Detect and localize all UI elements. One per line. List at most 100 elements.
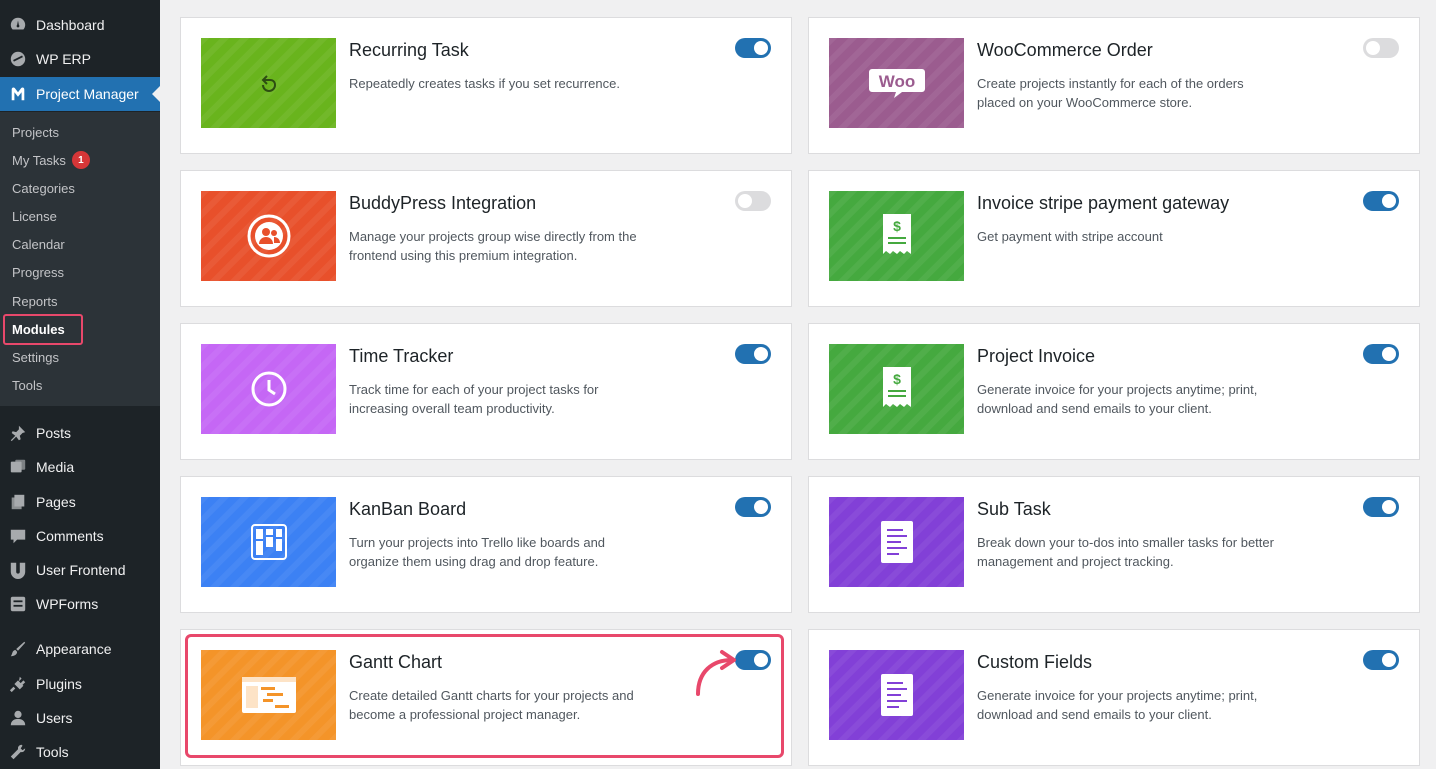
submenu-license[interactable]: License: [12, 205, 57, 227]
submenu-license-label: License: [12, 208, 57, 224]
module-title: WooCommerce Order: [977, 40, 1153, 60]
module-card-invoice-stripe: $ Invoice stripe payment gateway Get pay…: [808, 170, 1420, 307]
list-icon: [880, 521, 913, 563]
menu-pages-label: Pages: [36, 494, 76, 510]
module-card-custom-fields: Custom Fields Generate invoice for your …: [808, 629, 1420, 766]
menu-tools[interactable]: Tools: [0, 735, 160, 769]
project-manager-icon: [8, 84, 28, 104]
module-title: Invoice stripe payment gateway: [977, 193, 1230, 213]
module-thumbnail: [829, 650, 964, 740]
submenu-projects-label: Projects: [12, 124, 59, 140]
recurring-icon: [261, 75, 276, 92]
plugin-icon: [8, 674, 28, 694]
module-card-project-invoice: $ Project Invoice Generate invoice for y…: [808, 323, 1420, 460]
menu-users[interactable]: Users: [0, 701, 160, 735]
module-description: Manage your projects group wise directly…: [349, 229, 637, 263]
menu-comments[interactable]: Comments: [0, 519, 160, 553]
menu-user-frontend-label: User Frontend: [36, 562, 126, 578]
module-toggle[interactable]: [1363, 191, 1399, 211]
module-toggle[interactable]: [1363, 497, 1399, 517]
module-thumbnail: [201, 191, 336, 281]
module-description: Create projects instantly for each of th…: [977, 76, 1244, 110]
erp-icon: [8, 49, 28, 69]
menu-wp-erp-label: WP ERP: [36, 51, 91, 67]
project-manager-submenu: Projects My Tasks 1 Categories License Ca…: [0, 112, 160, 406]
media-icon: [8, 457, 28, 477]
module-description: Repeatedly creates tasks if you set recu…: [349, 76, 620, 91]
dashboard-icon: [8, 15, 28, 35]
menu-comments-label: Comments: [36, 528, 104, 544]
submenu-categories[interactable]: Categories: [12, 177, 75, 199]
menu-project-manager-label: Project Manager: [36, 86, 139, 102]
svg-text:$: $: [893, 371, 901, 387]
menu-plugins-label: Plugins: [36, 676, 82, 692]
module-card-kanban-board: KanBan Board Turn your projects into Tre…: [180, 476, 792, 613]
submenu-calendar[interactable]: Calendar: [12, 233, 65, 255]
module-toggle[interactable]: [735, 497, 771, 517]
admin-sidebar: Dashboard WP ERP Project Manager Project…: [0, 0, 160, 769]
invoice-icon: $: [882, 367, 911, 407]
submenu-tools-label: Tools: [12, 377, 43, 393]
submenu-settings-label: Settings: [12, 349, 59, 365]
module-description: Break down your to-dos into smaller task…: [977, 535, 1274, 569]
modules-highlight: [3, 314, 83, 345]
buddypress-icon: [247, 214, 290, 258]
menu-media-label: Media: [36, 459, 75, 475]
module-description: Turn your projects into Trello like boar…: [349, 535, 606, 569]
menu-wpforms[interactable]: WPForms: [0, 587, 160, 621]
menu-appearance[interactable]: Appearance: [0, 632, 160, 666]
forms-icon: [8, 594, 28, 614]
module-title: KanBan Board: [349, 499, 467, 519]
menu-users-label: Users: [36, 710, 73, 726]
woo-icon: Woo: [868, 69, 925, 98]
pin-icon: [8, 423, 28, 443]
module-card-buddypress: BuddyPress Integration Manage your proje…: [180, 170, 792, 307]
menu-media[interactable]: Media: [0, 450, 160, 484]
submenu-progress-label: Progress: [12, 264, 65, 280]
menu-user-frontend[interactable]: User Frontend: [0, 553, 160, 587]
module-description: Get payment with stripe account: [977, 229, 1163, 244]
module-toggle[interactable]: [735, 344, 771, 364]
submenu-projects[interactable]: Projects: [12, 121, 59, 143]
module-title: Time Tracker: [349, 346, 454, 366]
module-card-recurring-task: Recurring Task Repeatedly creates tasks …: [180, 17, 792, 154]
module-title: BuddyPress Integration: [349, 193, 537, 213]
menu-dashboard-label: Dashboard: [36, 17, 105, 33]
module-card-woocommerce-order: Woo WooCommerce Order Create projects in…: [808, 17, 1420, 154]
list-icon: [880, 674, 913, 716]
module-description: Track time for each of your project task…: [349, 382, 599, 416]
comment-icon: [8, 526, 28, 546]
submenu-reports[interactable]: Reports: [12, 290, 58, 312]
submenu-tools[interactable]: Tools: [12, 374, 42, 396]
module-title: Project Invoice: [977, 346, 1096, 366]
menu-wp-erp[interactable]: WP ERP: [0, 42, 160, 76]
module-toggle[interactable]: [1363, 38, 1399, 58]
pages-icon: [8, 492, 28, 512]
menu-appearance-label: Appearance: [36, 641, 112, 657]
brush-icon: [8, 639, 28, 659]
module-toggle[interactable]: [1363, 650, 1399, 670]
module-thumbnail: $: [829, 344, 964, 434]
module-toggle[interactable]: [735, 191, 771, 211]
module-toggle[interactable]: [1363, 344, 1399, 364]
module-thumbnail: [201, 497, 336, 587]
module-thumbnail: [829, 497, 964, 587]
module-card-sub-task: Sub Task Break down your to-dos into sma…: [808, 476, 1420, 613]
module-title: Recurring Task: [349, 40, 469, 60]
module-thumbnail: Woo: [829, 38, 964, 128]
menu-project-manager[interactable]: Project Manager: [0, 77, 160, 111]
module-title: Sub Task: [977, 499, 1051, 519]
menu-posts[interactable]: Posts: [0, 416, 160, 450]
module-toggle[interactable]: [735, 38, 771, 58]
submenu-categories-label: Categories: [12, 180, 75, 196]
menu-dashboard[interactable]: Dashboard: [0, 8, 160, 42]
menu-pages[interactable]: Pages: [0, 485, 160, 519]
wrench-icon: [8, 742, 28, 762]
submenu-progress[interactable]: Progress: [12, 261, 64, 283]
submenu-my-tasks-label: My Tasks: [12, 152, 66, 168]
submenu-my-tasks[interactable]: My Tasks 1: [12, 149, 90, 171]
user-icon: [8, 708, 28, 728]
menu-plugins[interactable]: Plugins: [0, 667, 160, 701]
clock-icon: [251, 371, 286, 407]
submenu-settings[interactable]: Settings: [12, 346, 59, 368]
